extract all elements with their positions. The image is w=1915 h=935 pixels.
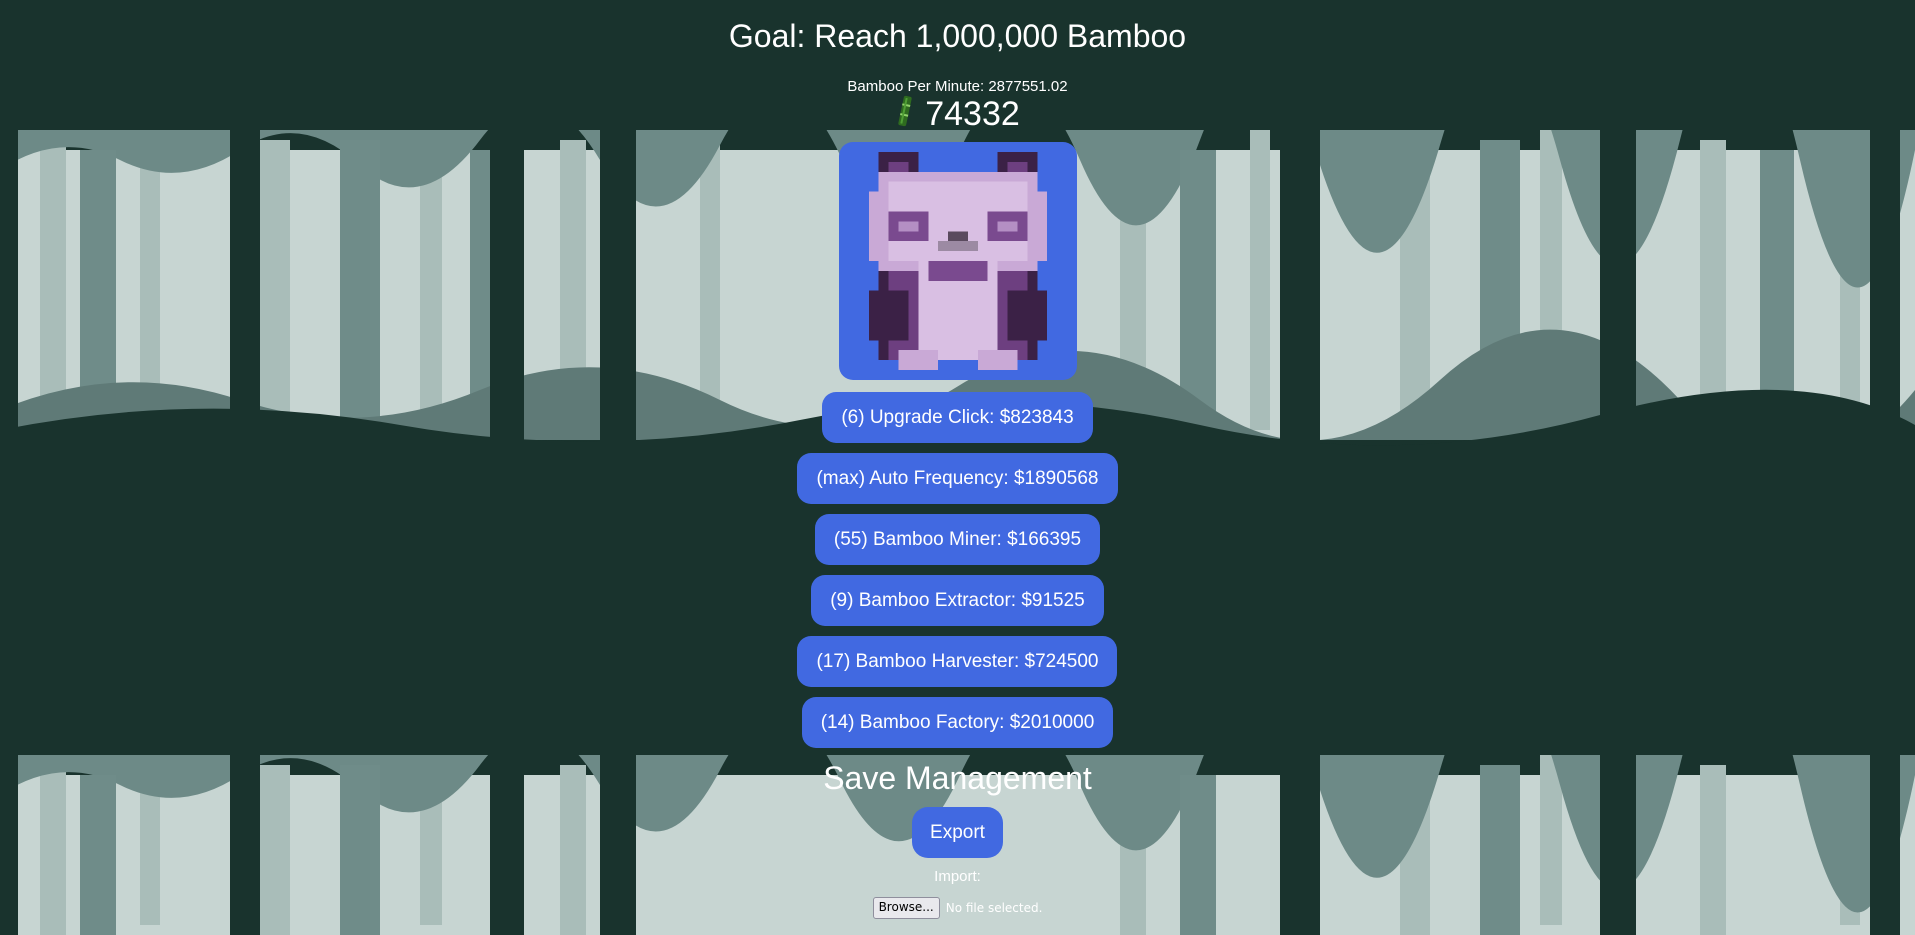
file-input: Browse... No file selected. [872,897,1043,919]
panda-icon [868,152,1047,370]
goal-title: Goal: Reach 1,000,000 Bamboo [728,18,1187,54]
bamboo-icon [898,95,912,127]
bamboo-count: 74332 [925,95,1020,133]
bamboo-harvester-button[interactable]: (17) Bamboo Harvester: $724500 [797,636,1118,687]
file-status: No file selected. [945,901,1043,915]
save-management-title: Save Management [823,760,1092,796]
upgrade-click-button[interactable]: (6) Upgrade Click: $823843 [822,392,1093,443]
upgrade-list: (6) Upgrade Click: $823843 (max) Auto Fr… [797,392,1118,758]
import-label: Import: [934,868,981,885]
game-panel: Goal: Reach 1,000,000 Bamboo Bamboo Per … [0,0,1915,919]
bamboo-extractor-button[interactable]: (9) Bamboo Extractor: $91525 [811,575,1104,626]
panda-click-button[interactable] [838,142,1077,380]
bamboo-counter: 74332 [895,92,1020,136]
bamboo-miner-button[interactable]: (55) Bamboo Miner: $166395 [814,514,1101,565]
browse-button[interactable]: Browse... [872,897,940,919]
auto-frequency-button[interactable]: (max) Auto Frequency: $1890568 [797,453,1118,504]
bamboo-factory-button[interactable]: (14) Bamboo Factory: $2010000 [801,697,1114,748]
export-button[interactable]: Export [912,807,1003,858]
